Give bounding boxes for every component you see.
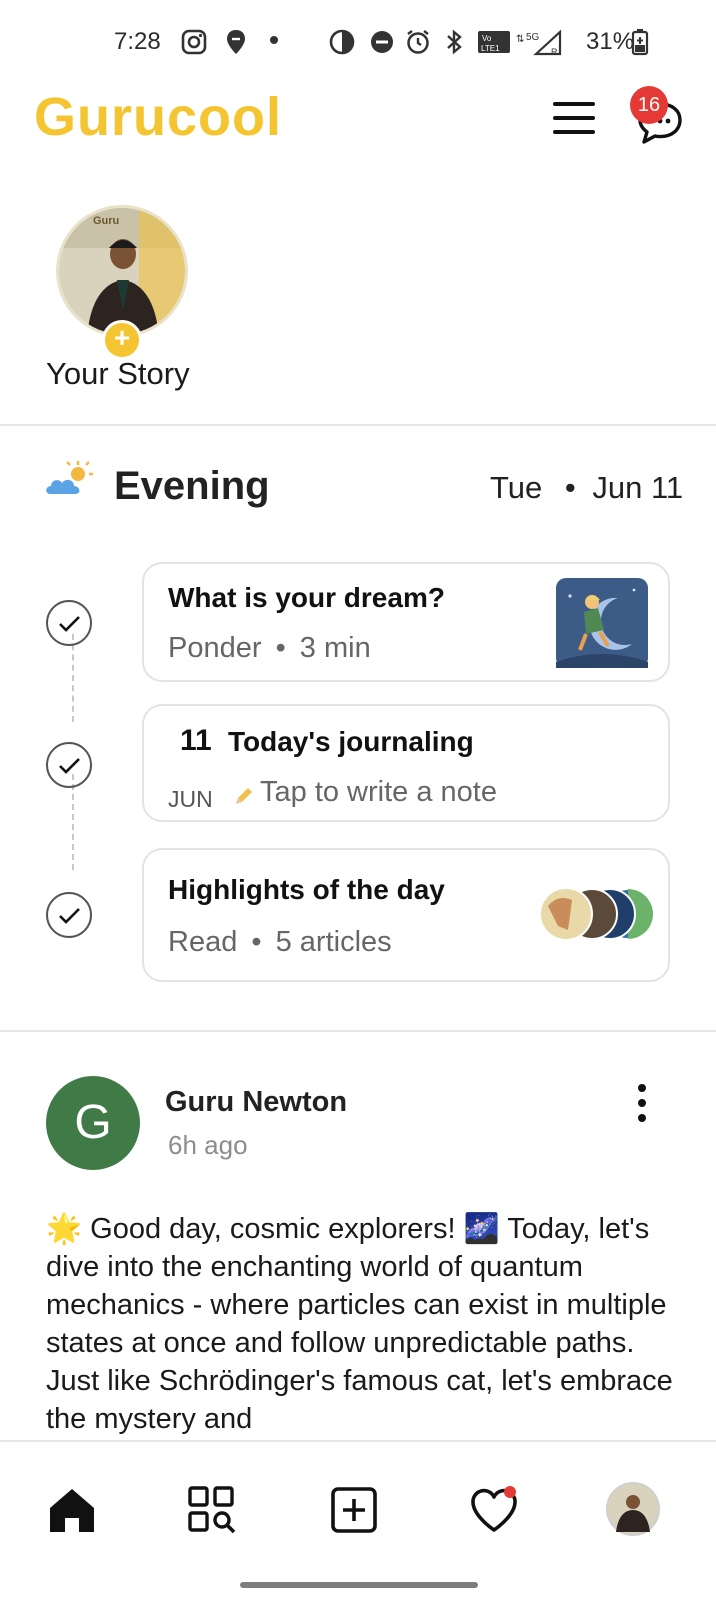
card-meta: Read • 5 articles [168, 926, 392, 958]
svg-text:Guru: Guru [93, 215, 119, 227]
journal-prompt: Tap to write a note [260, 776, 497, 808]
menu-button[interactable] [553, 98, 597, 138]
user-photo: Guru [59, 208, 185, 334]
profile-avatar[interactable] [606, 1482, 660, 1536]
evening-weather-icon [46, 461, 93, 494]
pencil-icon [236, 788, 252, 804]
battery-charging-icon [631, 29, 649, 56]
activity-heart-icon[interactable] [468, 1484, 520, 1536]
completed-check-icon[interactable] [46, 600, 92, 646]
more-options-icon[interactable] [636, 1084, 650, 1124]
notification-badge: 16 [630, 86, 668, 124]
more-notifications-dot [270, 36, 278, 44]
post-timestamp: 6h ago [168, 1130, 248, 1160]
date-label: Jun 11 [592, 470, 684, 505]
section-divider [0, 424, 716, 426]
volte-icon: Vo LTE1 [478, 31, 510, 53]
card-title: What is your dream? [168, 582, 445, 613]
author-avatar[interactable]: G [46, 1076, 140, 1170]
gesture-home-indicator[interactable] [240, 1582, 478, 1588]
ponder-card[interactable]: What is your dream? Ponder • 3 min [142, 562, 670, 682]
signal-5g-icon: ⇅ 5G R [516, 29, 562, 56]
dream-illustration [556, 578, 648, 668]
instagram-notification-icon [181, 29, 207, 55]
delivery-app-notification-icon [227, 30, 245, 54]
journal-month: JUN [168, 786, 213, 812]
app-logo: Gurucool [34, 87, 282, 147]
status-time: 7:28 [114, 28, 161, 55]
explore-icon[interactable] [186, 1484, 238, 1536]
completed-check-icon[interactable] [46, 892, 92, 938]
status-bar: 7:28 Vo LTE1 ⇅ 5G R 31% [0, 0, 716, 86]
data-saver-icon [329, 29, 355, 55]
svg-text:⇅: ⇅ [516, 34, 524, 45]
card-title: Highlights of the day [168, 874, 445, 905]
battery-percent: 31% [586, 28, 635, 55]
menu-icon [553, 102, 595, 106]
svg-text:R: R [551, 47, 558, 56]
alarm-icon [407, 30, 429, 54]
card-title: Today's journaling [228, 726, 474, 757]
bluetooth-icon [447, 29, 462, 55]
completed-check-icon[interactable] [46, 742, 92, 788]
bottom-navigation [0, 1440, 716, 1600]
author-name[interactable]: Guru Newton [165, 1086, 347, 1119]
your-story-avatar[interactable]: Guru [56, 205, 188, 337]
post-body: Good day, cosmic explorers! 🌌 Today, let… [46, 1213, 673, 1435]
do-not-disturb-icon [371, 31, 393, 53]
home-icon[interactable] [46, 1484, 98, 1536]
post-text: 🌟 Good day, cosmic explorers! 🌌 Today, l… [46, 1210, 676, 1435]
section-date: Tue • Jun 11 [490, 470, 684, 505]
add-story-button[interactable]: + [102, 320, 142, 360]
section-title: Evening [114, 464, 270, 508]
day-label: Tue [490, 470, 543, 505]
svg-text:5G: 5G [526, 32, 540, 43]
highlights-card[interactable]: Highlights of the day Read • 5 articles [142, 848, 670, 982]
add-post-icon[interactable] [328, 1484, 380, 1536]
journaling-card[interactable]: 11 Today's journaling JUN Tap to write a… [142, 704, 670, 822]
section-divider [0, 1030, 716, 1032]
card-meta: Ponder • 3 min [168, 632, 371, 664]
svg-text:Vo: Vo [482, 34, 492, 43]
journal-day-number: 11 [180, 724, 212, 757]
your-story-label: Your Story [46, 356, 190, 391]
svg-text:LTE1: LTE1 [481, 44, 500, 53]
sparkle-emoji: 🌟 [46, 1213, 83, 1245]
article-thumbnails [539, 887, 654, 941]
